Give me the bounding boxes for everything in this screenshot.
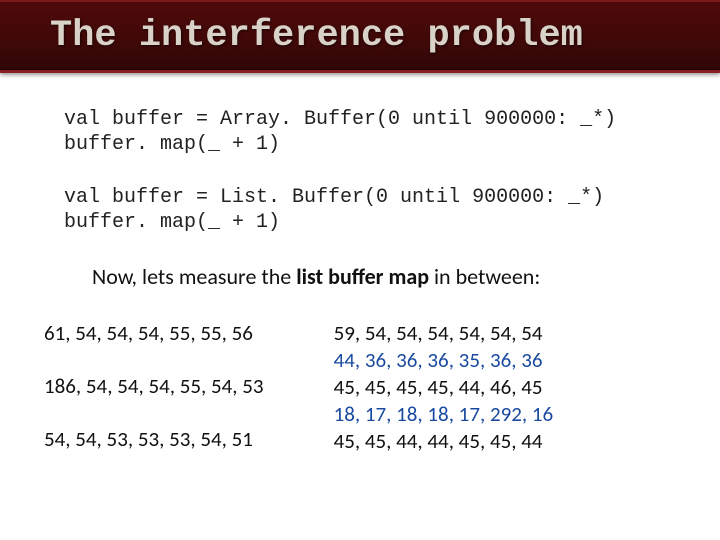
subheading: Now, lets measure the list buffer map in…: [92, 263, 676, 290]
slide-title: The interference problem: [50, 15, 583, 57]
data-row: 59, 54, 54, 54, 54, 54, 54: [334, 320, 554, 347]
data-row-highlight: 44, 36, 36, 36, 35, 36, 36: [334, 347, 554, 374]
data-columns: 61, 54, 54, 54, 55, 55, 56 186, 54, 54, …: [44, 320, 676, 454]
data-row: 186, 54, 54, 54, 55, 54, 53: [44, 373, 264, 400]
subhead-text: Now, lets measure the: [92, 263, 296, 290]
right-column: 59, 54, 54, 54, 54, 54, 54 44, 36, 36, 3…: [334, 320, 554, 454]
data-row: 54, 54, 53, 53, 53, 54, 51: [44, 426, 264, 453]
code-block-1: val buffer = Array. Buffer(0 until 90000…: [64, 107, 676, 157]
code-line: buffer. map(_ + 1): [64, 133, 280, 156]
code-block-2: val buffer = List. Buffer(0 until 900000…: [64, 185, 676, 235]
slide-body: val buffer = Array. Buffer(0 until 90000…: [0, 73, 720, 454]
code-line: buffer. map(_ + 1): [64, 211, 280, 234]
spacer: [44, 347, 264, 373]
data-row-highlight: 18, 17, 18, 18, 17, 292, 16: [334, 401, 554, 428]
data-row: 45, 45, 44, 44, 45, 45, 44: [334, 428, 554, 455]
slide: The interference problem val buffer = Ar…: [0, 0, 720, 540]
code-line: val buffer = Array. Buffer(0 until 90000…: [64, 108, 616, 131]
title-bar: The interference problem: [0, 0, 720, 73]
subhead-text: in between:: [429, 263, 540, 290]
data-row: 61, 54, 54, 54, 55, 55, 56: [44, 320, 264, 347]
left-column: 61, 54, 54, 54, 55, 55, 56 186, 54, 54, …: [44, 320, 264, 454]
subhead-bold: list buffer map: [296, 263, 429, 290]
code-line: val buffer = List. Buffer(0 until 900000…: [64, 186, 604, 209]
spacer: [44, 400, 264, 426]
data-row: 45, 45, 45, 45, 44, 46, 45: [334, 374, 554, 401]
